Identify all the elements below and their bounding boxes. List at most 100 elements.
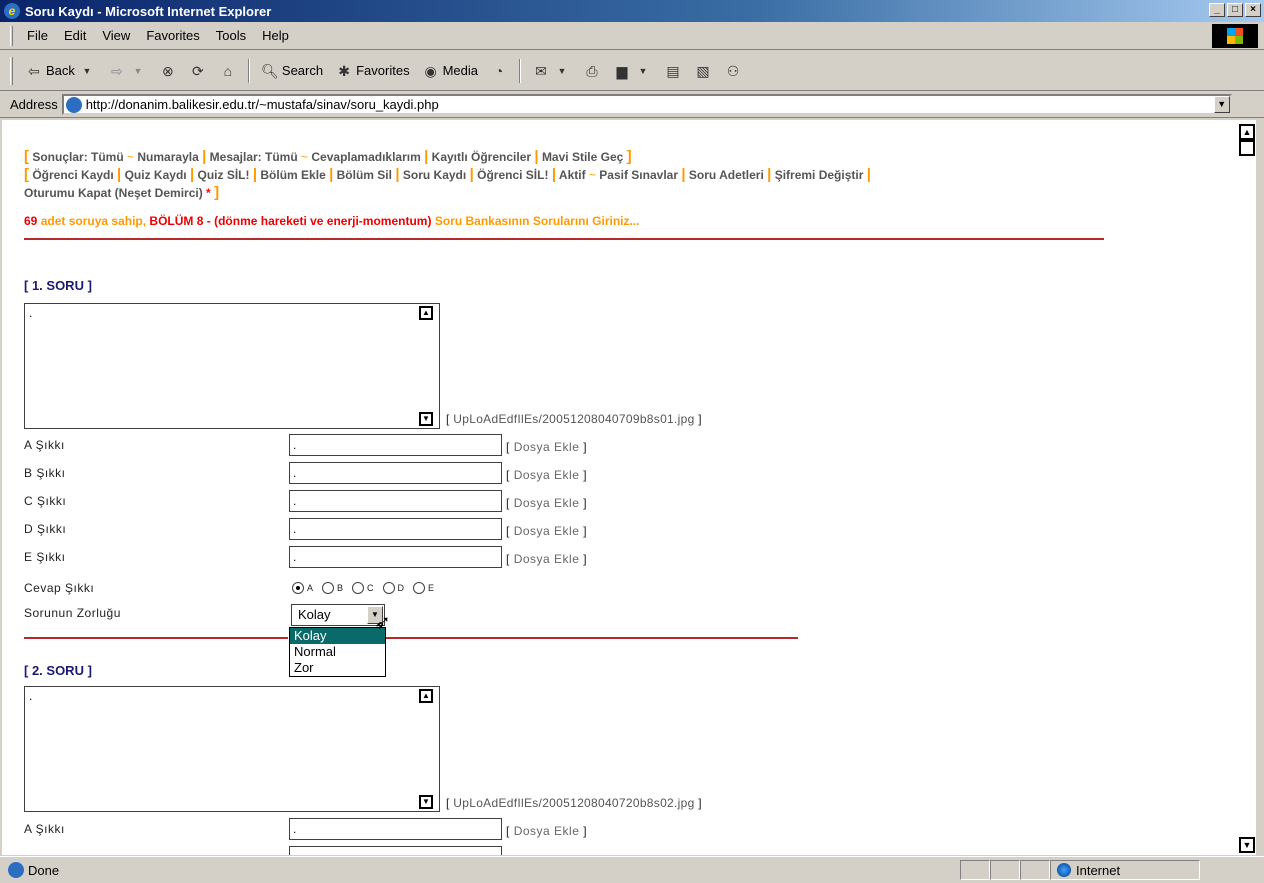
q2-option-b-input[interactable] [289,846,502,855]
info-text-1: adet soruya sahip, [40,214,147,228]
option-b-dosya-ekle[interactable]: [ Dosya Ekle ] [506,468,587,482]
search-button[interactable]: 🔍︎ Search [257,60,327,82]
close-button[interactable]: × [1245,3,1261,17]
question-2-title: [ 2. SORU ] [24,663,92,678]
edit-button[interactable]: ▆ ▼ [609,60,656,82]
home-button[interactable]: ⌂ [215,60,241,82]
answer-radio-b[interactable] [322,582,335,594]
nav-link-numarayla[interactable]: Numarayla [137,150,198,164]
answer-label-d: D [397,583,405,593]
difficulty-option-zor[interactable]: Zor [290,660,385,676]
messenger-button[interactable]: ⚇ [720,60,746,82]
scroll-up-icon[interactable]: ▲ [1239,124,1255,140]
scroll-thumb[interactable] [1239,140,1255,156]
menu-favorites[interactable]: Favorites [138,26,207,45]
nav-link-mesajlar-tumu[interactable]: Mesajlar: Tümü [210,150,298,164]
media-icon: ◉ [424,62,437,79]
answer-label-a: A [307,583,314,593]
option-d-dosya-ekle[interactable]: [ Dosya Ekle ] [506,524,587,538]
nav-link-quiz-sil[interactable]: Quiz SİL! [198,168,250,182]
option-d-input[interactable]: . [289,518,502,540]
status-panel [1020,860,1050,880]
menu-tools[interactable]: Tools [208,26,254,45]
option-e-input[interactable]: . [289,546,502,568]
nav-link-sonuclar-tumu[interactable]: Sonuçlar: Tümü [32,150,123,164]
discuss-button[interactable]: ▤ [660,60,686,82]
answer-radio-a[interactable] [292,582,304,594]
difficulty-option-kolay[interactable]: Kolay [290,628,385,644]
answer-radio-c[interactable] [352,582,365,594]
difficulty-value: Kolay [298,607,331,622]
status-panel [990,860,1020,880]
menu-grip[interactable] [10,25,13,46]
option-b-input[interactable]: . [289,462,502,484]
nav-link-bolum-sil[interactable]: Bölüm Sil [337,168,392,182]
difficulty-select[interactable]: Kolay ▼ [291,604,385,626]
address-input[interactable]: http://donanim.balikesir.edu.tr/~mustafa… [61,94,1232,115]
research-button[interactable]: ▧ [690,60,716,82]
media-button[interactable]: ◉ Media [418,60,482,82]
dosya-ekle-label: Dosya Ekle [513,440,580,454]
nav-link-aktif[interactable]: Aktif [559,168,586,182]
stop-button[interactable]: ⊗ [155,60,181,82]
refresh-button[interactable]: ⟳ [185,60,211,82]
difficulty-label: Sorunun Zorluğu [24,606,121,620]
answer-label-b: B [337,583,344,593]
scroll-down-icon[interactable]: ▼ [419,795,433,809]
answer-radio-e[interactable] [413,582,426,594]
option-e-dosya-ekle[interactable]: [ Dosya Ekle ] [506,552,587,566]
option-a-input[interactable]: . [289,434,502,456]
nav-link-ogrenci-sil[interactable]: Öğrenci SİL! [477,168,548,182]
scroll-up-icon[interactable]: ▲ [419,306,433,320]
scroll-up-icon[interactable]: ▲ [419,689,433,703]
status-text-area: Done [0,862,960,878]
nav-link-soru-kaydi[interactable]: Soru Kaydı [403,168,466,182]
nav-link-mavi-stil[interactable]: Mavi Stile Geç [542,150,623,164]
nav-link-oturumu-kapat[interactable]: Oturumu Kapat (Neşet Demirci) [24,186,203,200]
back-button[interactable]: ⇦ Back ▼ [21,60,100,82]
address-dropdown-button[interactable]: ▼ [1213,96,1230,113]
option-a-dosya-ekle[interactable]: [ Dosya Ekle ] [506,440,587,454]
scroll-down-icon[interactable]: ▼ [1239,837,1255,853]
nav-link-bolum-ekle[interactable]: Bölüm Ekle [260,168,325,182]
question-1-file[interactable]: [ UpLoAdEdfIlEs/20051208040709b8s01.jpg … [446,412,702,426]
favorites-button[interactable]: ✱ Favorites [331,60,413,82]
difficulty-dropdown-list: Kolay Normal Zor [289,627,386,677]
menu-view[interactable]: View [94,26,138,45]
difficulty-option-normal[interactable]: Normal [290,644,385,660]
q2-option-a-dosya-ekle[interactable]: [ Dosya Ekle ] [506,824,587,838]
nav-link-ogrenci-kaydi[interactable]: Öğrenci Kaydı [32,168,113,182]
nav-link-sifremi-degistir[interactable]: Şifremi Değiştir [775,168,864,182]
nav-link-quiz-kaydi[interactable]: Quiz Kaydı [125,168,187,182]
menu-edit[interactable]: Edit [56,26,94,45]
menu-help[interactable]: Help [254,26,297,45]
nav-link-cevaplamadiklarim[interactable]: Cevaplamadıklarım [311,150,420,164]
discuss-icon: ▤ [666,62,680,79]
question-1-textarea[interactable]: . ▲ ▼ [24,303,440,429]
option-a-label: A Şıkkı [24,438,65,452]
zone-label: Internet [1076,862,1121,878]
messenger-icon: ⚇ [726,62,740,79]
chapter-name: BÖLÜM 8 - (dönme hareketi ve enerji-mome… [149,214,432,228]
q2-option-a-input[interactable]: . [289,818,502,840]
question-2-textarea[interactable]: . ▲ ▼ [24,686,440,812]
nav-link-kayitli-ogrenciler[interactable]: Kayıtlı Öğrenciler [432,150,531,164]
nav-link-soru-adetleri[interactable]: Soru Adetleri [689,168,764,182]
maximize-button[interactable]: □ [1227,3,1243,17]
minimize-button[interactable]: _ [1209,3,1225,17]
print-button[interactable]: ⎙ [579,60,605,82]
option-c-input[interactable]: . [289,490,502,512]
mail-button[interactable]: ✉ ▼ [528,60,575,82]
forward-button[interactable]: ⇨ ▼ [104,60,151,82]
answer-radio-d[interactable] [382,582,395,594]
scroll-down-icon[interactable]: ▼ [419,412,433,426]
question-2-file[interactable]: [ UpLoAdEdfIlEs/20051208040720b8s02.jpg … [446,796,702,810]
history-button[interactable]: ◔ [486,60,512,82]
page-scrollbar[interactable]: ▲ ▼ [1238,120,1256,855]
option-c-dosya-ekle[interactable]: [ Dosya Ekle ] [506,496,587,510]
toolbar-grip[interactable] [10,56,13,85]
mouse-cursor-icon: ➶ [374,612,391,634]
favorites-label: Favorites [356,63,410,78]
menu-file[interactable]: File [19,26,56,45]
nav-link-pasif-sinavlar[interactable]: Pasif Sınavlar [599,168,678,182]
